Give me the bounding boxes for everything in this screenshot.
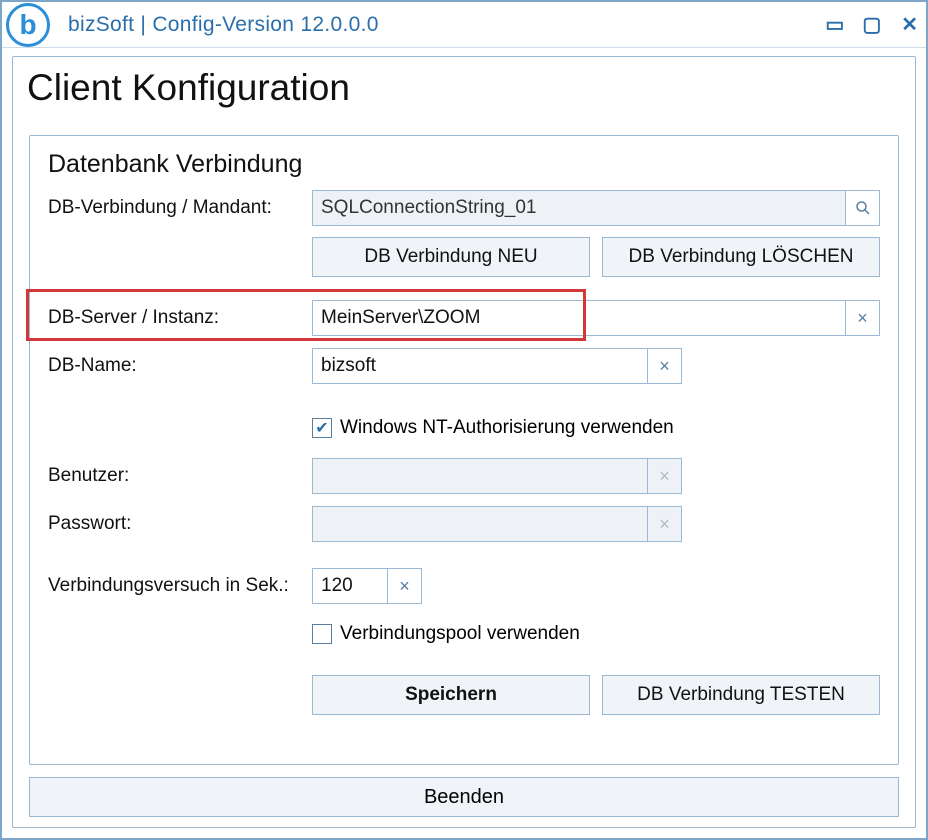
label-server: DB-Server / Instanz: bbox=[48, 307, 312, 329]
maximize-icon[interactable]: ▢ bbox=[862, 12, 881, 37]
row-user: Benutzer: × bbox=[48, 457, 880, 495]
clear-password-icon: × bbox=[648, 506, 682, 542]
window-controls: ▭ ▢ ✕ bbox=[825, 12, 918, 37]
label-dbname: DB-Name: bbox=[48, 355, 312, 377]
row-server: DB-Server / Instanz: × bbox=[48, 299, 880, 337]
content-panel: Client Konfiguration Datenbank Verbindun… bbox=[12, 56, 916, 828]
page-heading: Client Konfiguration bbox=[27, 67, 905, 109]
window-title: bizSoft | Config-Version 12.0.0.0 bbox=[68, 13, 825, 37]
db-connection-group: Datenbank Verbindung DB-Verbindung / Man… bbox=[29, 135, 899, 765]
save-button[interactable]: Speichern bbox=[312, 675, 590, 715]
footer-bar: Beenden bbox=[29, 777, 899, 817]
clear-dbname-icon[interactable]: × bbox=[648, 348, 682, 384]
pool-label: Verbindungspool verwenden bbox=[340, 623, 580, 645]
label-user: Benutzer: bbox=[48, 465, 312, 487]
row-password: Passwort: × bbox=[48, 505, 880, 543]
connection-field[interactable] bbox=[312, 190, 846, 226]
dbname-field[interactable] bbox=[312, 348, 648, 384]
clear-server-icon[interactable]: × bbox=[846, 300, 880, 336]
row-nt-auth: ✔ Windows NT-Authorisierung verwenden bbox=[48, 409, 880, 447]
app-logo-icon: b bbox=[6, 3, 50, 47]
test-connection-button[interactable]: DB Verbindung TESTEN bbox=[602, 675, 880, 715]
server-field[interactable] bbox=[312, 300, 846, 336]
nt-auth-label: Windows NT-Authorisierung verwenden bbox=[340, 417, 674, 439]
timeout-field[interactable] bbox=[312, 568, 388, 604]
row-connection-buttons: DB Verbindung NEU DB Verbindung LÖSCHEN bbox=[48, 237, 880, 277]
close-icon[interactable]: ✕ bbox=[901, 12, 918, 37]
label-connection: DB-Verbindung / Mandant: bbox=[48, 197, 312, 219]
label-password: Passwort: bbox=[48, 513, 312, 535]
delete-connection-button[interactable]: DB Verbindung LÖSCHEN bbox=[602, 237, 880, 277]
new-connection-button[interactable]: DB Verbindung NEU bbox=[312, 237, 590, 277]
search-icon[interactable] bbox=[846, 190, 880, 226]
clear-timeout-icon[interactable]: × bbox=[388, 568, 422, 604]
titlebar: b bizSoft | Config-Version 12.0.0.0 ▭ ▢ … bbox=[2, 2, 926, 48]
user-field bbox=[312, 458, 648, 494]
pool-checkbox[interactable]: Verbindungspool verwenden bbox=[312, 623, 580, 645]
row-timeout: Verbindungsversuch in Sek.: × bbox=[48, 567, 880, 605]
clear-user-icon: × bbox=[648, 458, 682, 494]
close-button[interactable]: Beenden bbox=[29, 777, 899, 817]
row-action-buttons: Speichern DB Verbindung TESTEN bbox=[48, 675, 880, 715]
window-frame: b bizSoft | Config-Version 12.0.0.0 ▭ ▢ … bbox=[0, 0, 928, 840]
label-timeout: Verbindungsversuch in Sek.: bbox=[48, 575, 312, 597]
minimize-icon[interactable]: ▭ bbox=[825, 12, 842, 37]
password-field bbox=[312, 506, 648, 542]
nt-auth-checkbox[interactable]: ✔ Windows NT-Authorisierung verwenden bbox=[312, 417, 674, 439]
row-connection: DB-Verbindung / Mandant: bbox=[48, 189, 880, 227]
row-pool: Verbindungspool verwenden bbox=[48, 615, 880, 653]
group-title: Datenbank Verbindung bbox=[48, 150, 880, 179]
checkbox-empty-icon bbox=[312, 624, 332, 644]
row-dbname: DB-Name: × bbox=[48, 347, 880, 385]
checkbox-icon: ✔ bbox=[312, 418, 332, 438]
